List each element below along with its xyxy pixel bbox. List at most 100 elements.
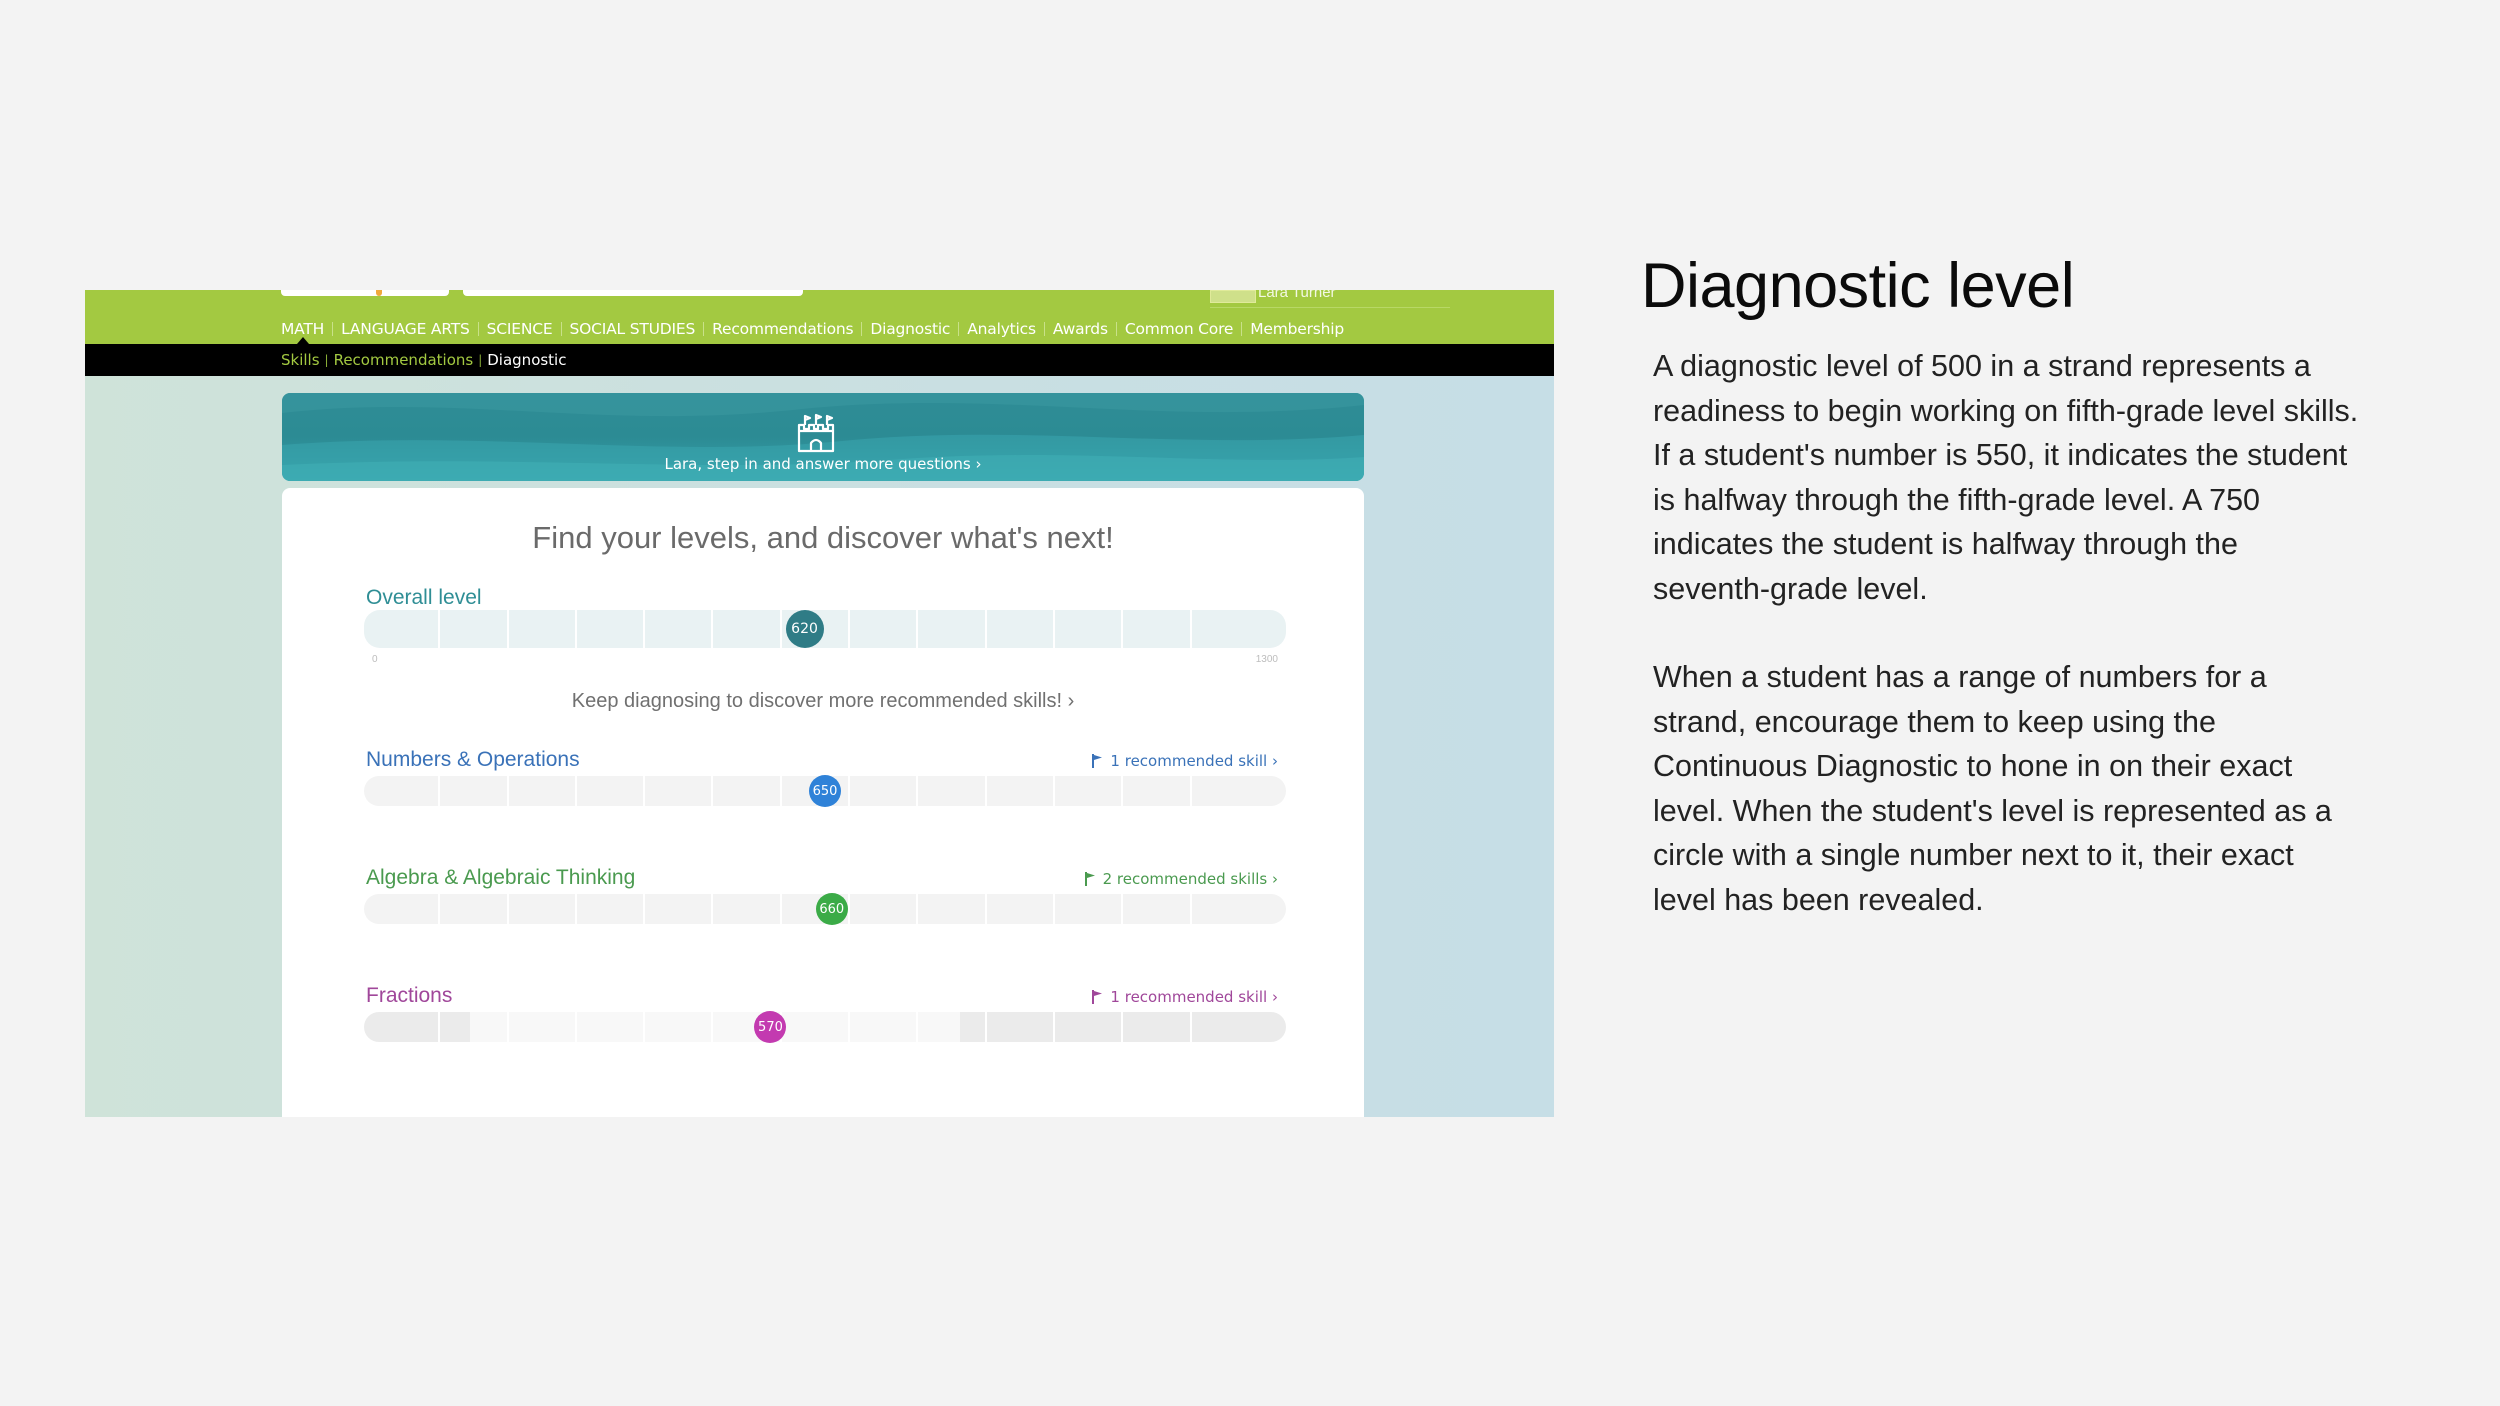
- strand-level-marker: 650: [809, 775, 841, 807]
- nav-separator: [703, 322, 705, 336]
- nav-separator: [1241, 322, 1243, 336]
- nav-item-analytics[interactable]: Analytics: [967, 320, 1036, 338]
- scale-min-label: 0: [372, 654, 378, 665]
- nav-item-language-arts[interactable]: LANGUAGE ARTS: [341, 320, 470, 338]
- track-segment-divider: [643, 610, 646, 648]
- track-segment-divider: [711, 610, 714, 648]
- track-segment-divider: [1189, 610, 1192, 648]
- nav-separator: [477, 322, 479, 336]
- breadcrumb-diagnostic: Diagnostic: [487, 351, 567, 369]
- nav-separator: [332, 322, 334, 336]
- overall-level-track: [364, 610, 1286, 648]
- castle-icon: [797, 413, 835, 453]
- track-segment-divider: [643, 1012, 646, 1042]
- track-segment-divider: [506, 610, 509, 648]
- track-segment-divider: [574, 610, 577, 648]
- nav-item-social-studies[interactable]: SOCIAL STUDIES: [570, 320, 696, 338]
- track-segment-divider: [779, 610, 782, 648]
- track-segment-divider: [574, 1012, 577, 1042]
- track-segment-divider: [1121, 1012, 1124, 1042]
- recommended-skills-link[interactable]: 1 recommended skill ›: [1091, 752, 1278, 770]
- track-segment-divider: [1052, 894, 1055, 924]
- nav-separator: [1043, 322, 1045, 336]
- nav-separator: [560, 322, 562, 336]
- scale-max-label: 1300: [1255, 654, 1278, 665]
- app-screenshot: Lara Turner MATH LANGUAGE ARTS SCIENCE SOCI…: [85, 290, 1554, 1117]
- strand-name: Fractions: [366, 984, 453, 1007]
- nav-item-common-core[interactable]: Common Core: [1125, 320, 1234, 338]
- track-segment-divider: [506, 1012, 509, 1042]
- header-top-strip: Lara Turner: [85, 290, 1554, 308]
- recommended-skills-link[interactable]: 2 recommended skills ›: [1084, 870, 1278, 888]
- logo-accent: [376, 290, 382, 296]
- diagnostic-banner[interactable]: Lara, step in and answer more questions …: [282, 393, 1364, 481]
- nav-separator: [1115, 322, 1117, 336]
- track-segment-divider: [916, 610, 919, 648]
- track-segment-divider: [1189, 776, 1192, 806]
- track-segment-divider: [1189, 1012, 1192, 1042]
- track-segment-divider: [506, 894, 509, 924]
- avatar[interactable]: [1210, 290, 1256, 303]
- track-segment-divider: [916, 776, 919, 806]
- breadcrumb-skills[interactable]: Skills: [281, 351, 320, 369]
- keep-diagnosing-link[interactable]: Keep diagnosing to discover more recomme…: [282, 690, 1364, 713]
- flag-icon: [1084, 872, 1095, 886]
- flag-icon: [1092, 754, 1103, 768]
- track-segment-divider: [916, 1012, 919, 1042]
- track-segment-divider: [1121, 894, 1124, 924]
- track-segment-divider: [848, 776, 851, 806]
- track-segment-divider: [1121, 610, 1124, 648]
- card-title: Find your levels, and discover what's ne…: [532, 520, 1114, 555]
- user-divider: [1210, 307, 1450, 308]
- overall-level-marker: 620: [785, 610, 824, 648]
- strand-track: [364, 1012, 1286, 1042]
- track-segment-divider: [643, 894, 646, 924]
- breadcrumb: Skills | Recommendations | Diagnostic: [281, 344, 566, 376]
- track-segment-divider: [438, 1012, 441, 1042]
- breadcrumb-bar: Skills | Recommendations | Diagnostic: [85, 344, 1554, 376]
- track-segment-divider: [779, 894, 782, 924]
- nav-separator: [861, 322, 863, 336]
- nav-item-awards[interactable]: Awards: [1053, 320, 1108, 338]
- banner-link[interactable]: Lara, step in and answer more questions …: [282, 455, 1364, 473]
- track-segment-divider: [984, 894, 987, 924]
- track-segment-divider: [848, 894, 851, 924]
- track-segment-divider: [1189, 894, 1192, 924]
- track-segment-divider: [1121, 776, 1124, 806]
- nav-item-recommendations[interactable]: Recommendations: [712, 320, 853, 338]
- strand-name: Numbers & Operations: [366, 748, 580, 771]
- track-segment-divider: [779, 776, 782, 806]
- track-segment-divider: [916, 894, 919, 924]
- nav-item-membership[interactable]: Membership: [1250, 320, 1344, 338]
- breadcrumb-separator: |: [478, 353, 483, 367]
- track-segment-divider: [711, 1012, 714, 1042]
- nav-item-science[interactable]: SCIENCE: [487, 320, 553, 338]
- track-segment-divider: [848, 1012, 851, 1042]
- breadcrumb-recommendations[interactable]: Recommendations: [334, 351, 474, 369]
- track-segment-divider: [984, 1012, 987, 1042]
- recommended-skills-text: 1 recommended skill ›: [1110, 752, 1278, 770]
- search-input[interactable]: [463, 290, 803, 296]
- strand-name: Algebra & Algebraic Thinking: [366, 866, 636, 889]
- track-segment-divider: [574, 894, 577, 924]
- nav-separator: [958, 322, 960, 336]
- user-name[interactable]: Lara Turner: [1258, 290, 1336, 301]
- nav-item-diagnostic[interactable]: Diagnostic: [870, 320, 950, 338]
- recommended-skills-text: 2 recommended skills ›: [1102, 870, 1278, 888]
- nav-item-math[interactable]: MATH: [281, 320, 324, 338]
- panel-paragraph-1: A diagnostic level of 500 in a strand re…: [1653, 349, 2359, 606]
- flag-icon: [1092, 990, 1103, 1004]
- track-segment-divider: [506, 776, 509, 806]
- active-tab-caret-icon: [297, 337, 309, 344]
- logo-fragment: [281, 290, 449, 296]
- track-segment-divider: [1052, 610, 1055, 648]
- track-segment-divider: [438, 776, 441, 806]
- recommended-skills-link[interactable]: 1 recommended skill ›: [1091, 988, 1278, 1006]
- overall-level-label: Overall level: [366, 586, 482, 609]
- explanation-panel: Diagnostic level A diagnostic level of 5…: [1641, 250, 2361, 966]
- strand-range-band: [470, 1012, 960, 1042]
- subject-nav: MATH LANGUAGE ARTS SCIENCE SOCIAL STUDIES Re…: [281, 316, 1344, 342]
- panel-title: Diagnostic level: [1641, 251, 2075, 321]
- levels-card: Find your levels, and discover what's ne…: [282, 488, 1364, 1117]
- track-segment-divider: [438, 894, 441, 924]
